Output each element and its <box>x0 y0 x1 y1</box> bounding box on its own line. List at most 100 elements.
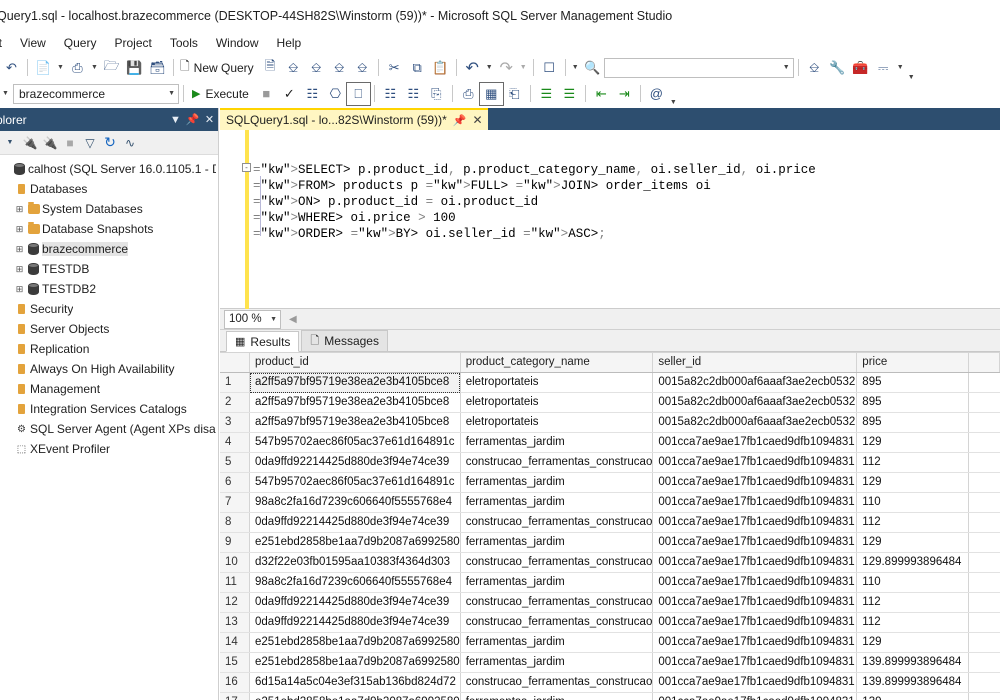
cell-seller-id[interactable]: 001cca7ae9ae17fb1caed9dfb1094831 <box>652 672 858 693</box>
cell-product-id[interactable]: e251ebd2858be1aa7d9b2087a6992580 <box>249 532 461 553</box>
splitter-arrow-icon[interactable]: ◀ <box>289 314 297 325</box>
chevron-down-icon[interactable]: ▼ <box>518 64 529 71</box>
chevron-down-icon[interactable]: ▼ <box>55 64 66 71</box>
cell-product-category-name[interactable]: ferramentas_jardim <box>460 692 654 700</box>
tree-node-databases[interactable]: Databases <box>0 179 218 199</box>
table-row[interactable]: 10 d32f22e03fb01595aa10383f4364d303 constr… <box>220 552 1000 573</box>
cell-product-id[interactable]: 547b95702aec86f05ac37e61d164891c <box>249 432 461 453</box>
chevron-down-icon[interactable]: ▼ <box>783 64 790 71</box>
results-to-grid-icon[interactable]: ▦ <box>478 81 504 106</box>
disconnect-icon[interactable]: 🔌 <box>40 133 60 153</box>
table-row[interactable]: 2 a2ff5a97bf95719e38ea2e3b4105bce8 eletrop… <box>220 392 1000 413</box>
overflow-icon[interactable]: ▼ <box>668 99 679 106</box>
row-number-cell[interactable]: 11 <box>220 572 251 593</box>
cell-product-id[interactable]: e251ebd2858be1aa7d9b2087a6992580 <box>249 652 461 673</box>
tree-node-replication[interactable]: Replication <box>0 339 218 359</box>
cell-product-id[interactable]: 6d15a14a5c04e3ef315ab136bd824d72 <box>249 672 461 693</box>
save-all-icon[interactable]: 🗃 <box>146 57 169 79</box>
properties-window-icon[interactable]: ⎒ <box>803 57 826 79</box>
menu-item-help[interactable]: Help <box>268 34 311 52</box>
expander-plus-icon[interactable]: ⊞ <box>14 224 25 235</box>
cell-price[interactable]: 139.899993896484 <box>856 672 970 693</box>
row-number-cell[interactable]: 7 <box>220 492 251 513</box>
cell-seller-id[interactable]: 001cca7ae9ae17fb1caed9dfb1094831 <box>652 592 858 613</box>
cell-product-category-name[interactable]: ferramentas_jardim <box>460 492 654 513</box>
navigate-backward-icon[interactable]: ↶ <box>0 57 23 79</box>
cell-product-category-name[interactable]: ferramentas_jardim <box>460 652 654 673</box>
filter-icon[interactable]: ▽ <box>80 133 100 153</box>
table-row[interactable]: 15 e251ebd2858be1aa7d9b2087a6992580 ferram… <box>220 652 1000 673</box>
table-row[interactable]: 17e251ebd2858be1aa7d9b2087a6992580ferram… <box>220 692 1000 700</box>
menu-item-project[interactable]: Project <box>105 34 160 52</box>
copy-icon[interactable]: ⧉ <box>406 57 429 79</box>
execute-button[interactable]: ▶ Execute <box>188 85 255 103</box>
new-item-icon[interactable]: ⎙ <box>66 57 89 79</box>
expander-plus-icon[interactable]: ⊞ <box>14 244 25 255</box>
table-row[interactable]: 1 a2ff5a97bf95719e38ea2e3b4105bce8 eletrop… <box>220 372 1000 393</box>
table-row[interactable]: 9 e251ebd2858be1aa7d9b2087a6992580 ferrame… <box>220 532 1000 553</box>
include-actual-plan-icon[interactable]: ⎕ <box>345 81 371 106</box>
cell-product-category-name[interactable]: construcao_ferramentas_construcao <box>460 452 654 473</box>
chevron-down-icon[interactable]: ▼ <box>0 133 20 153</box>
cell-price[interactable]: 895 <box>856 372 970 393</box>
cell-product-category-name[interactable]: eletroportateis <box>460 372 654 393</box>
cell-product-id[interactable]: 0da9ffd92214425d880de3f94e74ce39 <box>249 452 461 473</box>
menu-item-view[interactable]: View <box>11 34 55 52</box>
show-execution-plan-icon[interactable]: ⎘ <box>425 83 448 105</box>
chevron-down-icon[interactable]: ▼ <box>167 114 184 126</box>
cell-price[interactable]: 129 <box>856 472 970 493</box>
zoom-selector[interactable]: 100 % ▼ <box>224 309 281 329</box>
row-number-header[interactable] <box>220 352 251 373</box>
cell-product-id[interactable]: d32f22e03fb01595aa10383f4364d303 <box>249 552 461 573</box>
mdx-query-icon[interactable]: ⎒ <box>282 57 305 79</box>
tree-node-server-objects[interactable]: Server Objects <box>0 319 218 339</box>
cell-price[interactable]: 129.899993896484 <box>856 552 970 573</box>
row-number-cell[interactable]: 4 <box>220 432 251 453</box>
menu-item-query[interactable]: Query <box>55 34 106 52</box>
query-options-icon[interactable]: ⎔ <box>324 83 347 105</box>
cell-seller-id[interactable]: 0015a82c2db000af6aaaf3ae2ecb0532 <box>652 412 858 433</box>
row-number-cell[interactable]: 3 <box>220 412 251 433</box>
cell-price[interactable]: 112 <box>856 512 970 533</box>
row-number-cell[interactable]: 10 <box>220 552 251 573</box>
cell-product-id[interactable]: 0da9ffd92214425d880de3f94e74ce39 <box>249 612 461 633</box>
tree-node-xevent-profiler[interactable]: ⬚ XEvent Profiler <box>0 439 218 459</box>
row-number-cell[interactable]: 6 <box>220 472 251 493</box>
table-row[interactable]: 13 0da9ffd92214425d880de3f94e74ce39 constr… <box>220 612 1000 633</box>
table-row[interactable]: 5 0da9ffd92214425d880de3f94e74ce39 constru… <box>220 452 1000 473</box>
cell-product-id[interactable]: a2ff5a97bf95719e38ea2e3b4105bce8 <box>249 372 461 393</box>
cell-product-id[interactable]: a2ff5a97bf95719e38ea2e3b4105bce8 <box>249 412 461 433</box>
column-header-product-category-name[interactable]: product_category_name <box>460 352 654 373</box>
cell-product-id[interactable]: 98a8c2fa16d7239c606640f5555768e4 <box>249 492 461 513</box>
cell-product-category-name[interactable]: ferramentas_jardim <box>460 532 654 553</box>
chevron-down-icon[interactable]: ▼ <box>89 64 100 71</box>
table-row[interactable]: 14 e251ebd2858be1aa7d9b2087a6992580 ferram… <box>220 632 1000 653</box>
pin-icon[interactable]: 📌 <box>453 114 467 127</box>
save-icon[interactable]: 💾 <box>123 57 146 79</box>
stop-icon[interactable]: ■ <box>60 133 80 153</box>
sql-editor[interactable]: - ="kw">SELECT> p.product_id, p.product_… <box>220 130 1000 309</box>
menu-item-window[interactable]: Window <box>207 34 268 52</box>
cell-product-id[interactable]: 0da9ffd92214425d880de3f94e74ce39 <box>249 512 461 533</box>
cell-price[interactable]: 129 <box>856 432 970 453</box>
cell-product-category-name[interactable]: construcao_ferramentas_construcao <box>460 592 654 613</box>
document-tab-sqlquery1[interactable]: SQLQuery1.sql - lo...82S\Winstorm (59))*… <box>220 108 488 130</box>
table-row[interactable]: 16 6d15a14a5c04e3ef315ab136bd824d72 constr… <box>220 672 1000 693</box>
row-number-cell[interactable]: 15 <box>220 652 251 673</box>
open-folder-icon[interactable]: 🗁 <box>100 57 123 79</box>
decrease-indent-icon[interactable]: ⇤ <box>590 83 613 105</box>
results-grid-container[interactable]: product_id product_category_name seller_… <box>220 352 1000 700</box>
expander-plus-icon[interactable]: ⊞ <box>14 264 25 275</box>
tree-node-calhost-sql-server-16-0-1105-1-deskto[interactable]: calhost (SQL Server 16.0.1105.1 - DESKTO <box>0 159 218 179</box>
cell-product-id[interactable]: a2ff5a97bf95719e38ea2e3b4105bce8 <box>249 392 461 413</box>
cell-price[interactable]: 110 <box>856 492 970 513</box>
cell-seller-id[interactable]: 001cca7ae9ae17fb1caed9dfb1094831 <box>652 692 858 700</box>
table-row[interactable]: 8 0da9ffd92214425d880de3f94e74ce39 constru… <box>220 512 1000 533</box>
tree-node-testdb2[interactable]: ⊞ TESTDB2 <box>0 279 218 299</box>
tab-results[interactable]: ▦ Results <box>226 331 300 352</box>
row-number-cell[interactable]: 1 <box>220 372 251 393</box>
row-number-cell[interactable]: 14 <box>220 632 251 653</box>
new-analysis-query-icon[interactable]: 🗎 <box>259 57 282 79</box>
tree-node-testdb[interactable]: ⊞ TESTDB <box>0 259 218 279</box>
pin-icon[interactable]: 📌 <box>184 113 201 126</box>
